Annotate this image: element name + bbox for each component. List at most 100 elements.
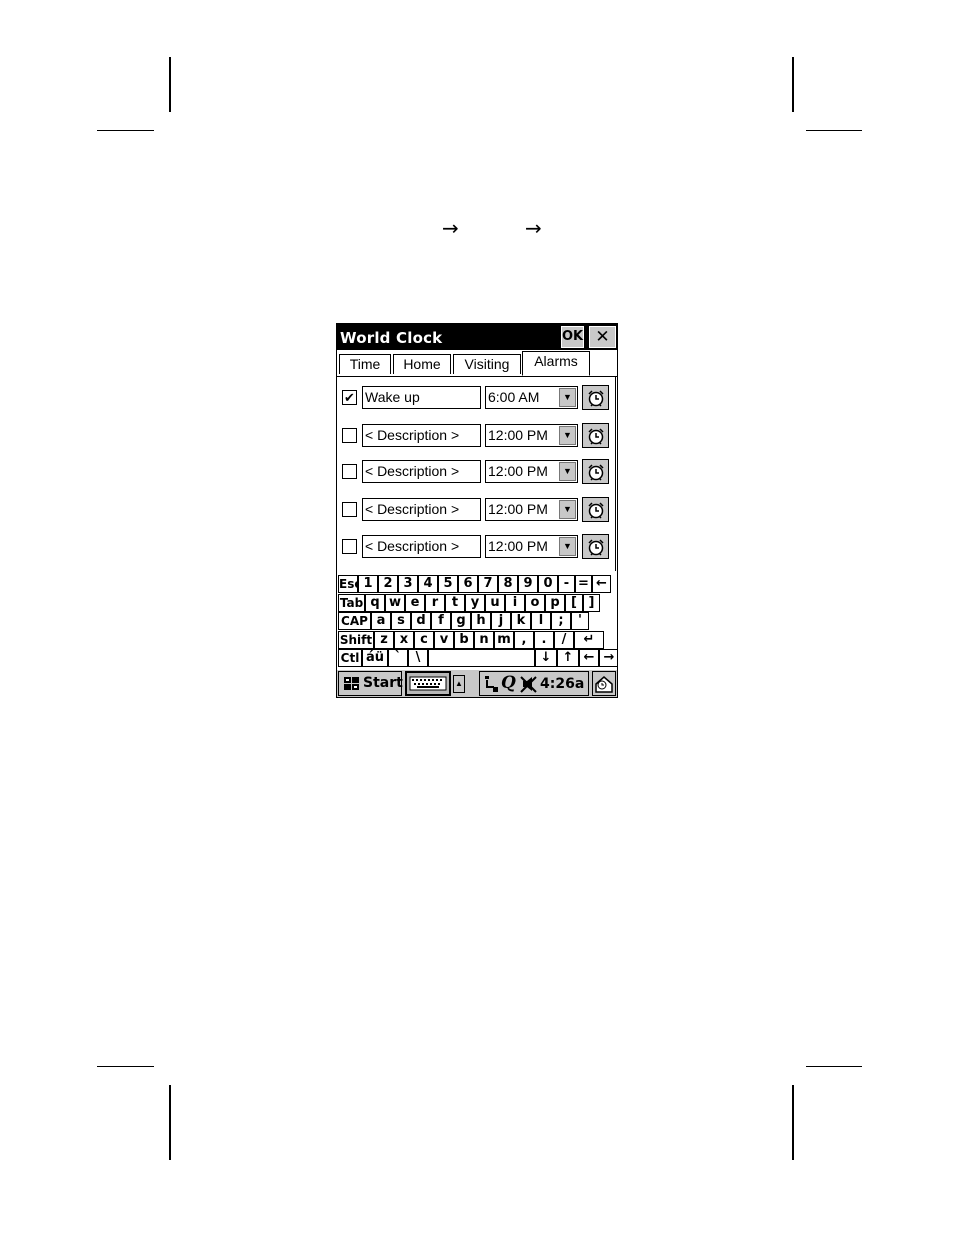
alarm-sound-button[interactable] (582, 385, 609, 410)
key[interactable]: . (534, 630, 554, 649)
key[interactable]: ` (388, 649, 408, 667)
key[interactable]: d (411, 612, 431, 630)
key[interactable]: n (474, 630, 494, 649)
key[interactable]: b (454, 630, 474, 649)
input-panel-button[interactable] (405, 671, 451, 696)
key[interactable]: p (545, 593, 565, 612)
key[interactable]: f (431, 612, 451, 630)
key[interactable]: Ctl (338, 649, 362, 667)
chevron-down-icon[interactable]: ▼ (559, 500, 576, 519)
close-button[interactable]: ✕ (589, 326, 616, 348)
alarm-enabled-checkbox[interactable] (342, 428, 357, 443)
chevron-down-icon[interactable]: ▼ (559, 426, 576, 445)
key[interactable]: e (405, 593, 425, 612)
key[interactable]: Tab (338, 593, 365, 612)
key[interactable]: k (511, 612, 531, 630)
alarm-description-field[interactable]: < Description > (362, 498, 481, 521)
key[interactable]: 7 (478, 575, 498, 593)
key[interactable]: ← (592, 575, 611, 593)
key[interactable]: CAP (338, 612, 371, 630)
chevron-down-icon[interactable]: ▼ (559, 537, 576, 556)
chevron-up-icon[interactable]: ▲ (453, 675, 465, 693)
key[interactable]: j (491, 612, 511, 630)
taskbar: Start ▲ Q 4:26a (337, 669, 617, 697)
key[interactable]: - (558, 575, 575, 593)
key[interactable]: ] (583, 593, 600, 612)
crop-mark-top-left-h (97, 130, 154, 131)
alarm-enabled-checkbox[interactable] (342, 464, 357, 479)
key[interactable]: Esc (338, 575, 358, 593)
alarm-time-value: 6:00 AM (488, 389, 540, 405)
key[interactable]: ← (579, 649, 599, 667)
key[interactable]: c (414, 630, 434, 649)
alarm-sound-button[interactable] (582, 497, 609, 522)
key[interactable]: x (394, 630, 414, 649)
ok-button[interactable]: OK (561, 326, 584, 348)
alarm-sound-button[interactable] (582, 423, 609, 448)
clock[interactable]: 4:26a (540, 674, 584, 694)
key[interactable]: Shift (338, 630, 374, 649)
key[interactable]: [ (565, 593, 583, 612)
key[interactable]: / (554, 630, 574, 649)
key[interactable]: 9 (518, 575, 538, 593)
key[interactable]: , (514, 630, 534, 649)
key[interactable]: 0 (538, 575, 558, 593)
alarm-time-select[interactable]: 12:00 PM ▼ (485, 460, 578, 483)
key[interactable]: h (471, 612, 491, 630)
key[interactable]: m (494, 630, 514, 649)
key[interactable]: 4 (418, 575, 438, 593)
alarm-row: < Description > 12:00 PM ▼ (337, 459, 617, 485)
key[interactable]: ; (551, 612, 571, 630)
chevron-down-icon[interactable]: ▼ (559, 388, 576, 407)
key[interactable]: l (531, 612, 551, 630)
key[interactable]: r (425, 593, 445, 612)
key[interactable]: 1 (358, 575, 378, 593)
key[interactable]: → (599, 649, 617, 667)
alarm-time-select[interactable]: 12:00 PM ▼ (485, 424, 578, 447)
key[interactable]: = (575, 575, 592, 593)
key[interactable]: 5 (438, 575, 458, 593)
tab-alarms[interactable]: Alarms (522, 351, 590, 376)
key[interactable]: 8 (498, 575, 518, 593)
key[interactable]: o (525, 593, 545, 612)
start-button[interactable]: Start (338, 671, 403, 696)
key[interactable]: i (505, 593, 525, 612)
key[interactable]: 2 (378, 575, 398, 593)
key[interactable]: s (391, 612, 411, 630)
key[interactable]: áü (362, 649, 388, 667)
key[interactable]: a (371, 612, 391, 630)
key[interactable]: ↓ (535, 649, 557, 667)
key[interactable]: g (451, 612, 471, 630)
key[interactable]: ↑ (557, 649, 579, 667)
key[interactable]: ↵ (574, 630, 604, 649)
key[interactable]: t (445, 593, 465, 612)
key[interactable]: \ (408, 649, 428, 667)
alarm-description-field[interactable]: < Description > (362, 535, 481, 558)
alarm-enabled-checkbox[interactable]: ✔ (342, 390, 357, 405)
key[interactable]: 3 (398, 575, 418, 593)
key[interactable]: q (365, 593, 385, 612)
alarm-enabled-checkbox[interactable] (342, 539, 357, 554)
alarm-sound-button[interactable] (582, 534, 609, 559)
alarm-enabled-checkbox[interactable] (342, 502, 357, 517)
alarm-description-field[interactable]: Wake up (362, 386, 481, 409)
key[interactable]: v (434, 630, 454, 649)
chevron-down-icon[interactable]: ▼ (559, 462, 576, 481)
key[interactable]: ' (571, 612, 589, 630)
alarm-time-select[interactable]: 12:00 PM ▼ (485, 535, 578, 558)
key[interactable]: w (385, 593, 405, 612)
alarm-sound-button[interactable] (582, 459, 609, 484)
alarm-description-field[interactable]: < Description > (362, 424, 481, 447)
desktop-button[interactable] (592, 671, 616, 696)
tab-home[interactable]: Home (393, 354, 451, 374)
key[interactable]: u (485, 593, 505, 612)
alarm-description-field[interactable]: < Description > (362, 460, 481, 483)
key[interactable]: 6 (458, 575, 478, 593)
key[interactable]: y (465, 593, 485, 612)
key[interactable]: z (374, 630, 394, 649)
tab-visiting[interactable]: Visiting (453, 354, 521, 374)
alarm-time-select[interactable]: 12:00 PM ▼ (485, 498, 578, 521)
alarm-time-select[interactable]: 6:00 AM ▼ (485, 386, 578, 409)
key[interactable] (428, 649, 535, 667)
tab-time[interactable]: Time (339, 354, 391, 374)
